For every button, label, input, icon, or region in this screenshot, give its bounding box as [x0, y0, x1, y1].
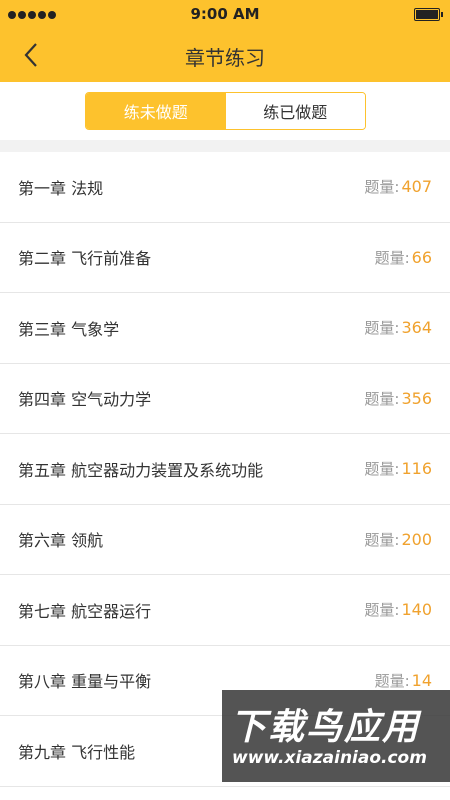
status-time: 9:00 AM: [190, 5, 260, 23]
watermark-url: www.xiazainiao.com: [232, 748, 427, 768]
chapter-row-4[interactable]: 第四章 空气动力学 题量: 356: [0, 364, 450, 434]
question-count: 题量: 200: [364, 529, 432, 549]
question-count: 题量: 407: [364, 177, 432, 197]
question-count: 题量: 66: [374, 247, 432, 267]
chapter-title: 第五章 航空器动力装置及系统功能: [18, 460, 264, 480]
chapter-row-3[interactable]: 第三章 气象学 题量: 364: [0, 293, 450, 364]
chapter-title: 第九章 飞行性能: [18, 742, 136, 762]
chapter-row-6[interactable]: 第六章 领航 题量: 200: [0, 505, 450, 575]
chapter-title: 第八章 重量与平衡: [18, 672, 152, 692]
header-bar: 9:00 AM 章节练习: [0, 0, 450, 82]
question-count: 题量: 364: [364, 318, 432, 338]
question-count: 题量: 116: [364, 459, 432, 479]
tab-unpracticed[interactable]: 练未做题: [86, 93, 226, 129]
question-count: 题量: 14: [374, 670, 432, 690]
tab-practiced[interactable]: 练已做题: [225, 93, 365, 129]
chapter-row-2[interactable]: 第二章 飞行前准备 题量: 66: [0, 223, 450, 293]
practice-filter-segment: 练未做题 练已做题: [85, 92, 366, 130]
chapter-title: 第二章 飞行前准备: [18, 249, 152, 269]
chapter-title: 第一章 法规: [18, 178, 104, 198]
watermark: 下载鸟应用 www.xiazainiao.com: [222, 690, 450, 782]
chapter-title: 第七章 航空器运行: [18, 601, 152, 621]
chapter-row-1[interactable]: 第一章 法规 题量: 407: [0, 152, 450, 223]
watermark-title: 下载鸟应用: [230, 707, 421, 748]
page-title: 章节练习: [185, 46, 265, 70]
question-count: 题量: 140: [364, 600, 432, 620]
chapter-title: 第三章 气象学: [18, 319, 120, 339]
chapter-title: 第六章 领航: [18, 531, 104, 551]
status-bar: 9:00 AM: [0, 0, 450, 30]
section-divider: [0, 140, 450, 152]
battery-icon: [414, 8, 443, 21]
chapter-row-5[interactable]: 第五章 航空器动力装置及系统功能 题量: 116: [0, 434, 450, 505]
chapter-title: 第四章 空气动力学: [18, 390, 152, 410]
question-count: 题量: 356: [364, 388, 432, 408]
chapter-row-7[interactable]: 第七章 航空器运行 题量: 140: [0, 575, 450, 646]
